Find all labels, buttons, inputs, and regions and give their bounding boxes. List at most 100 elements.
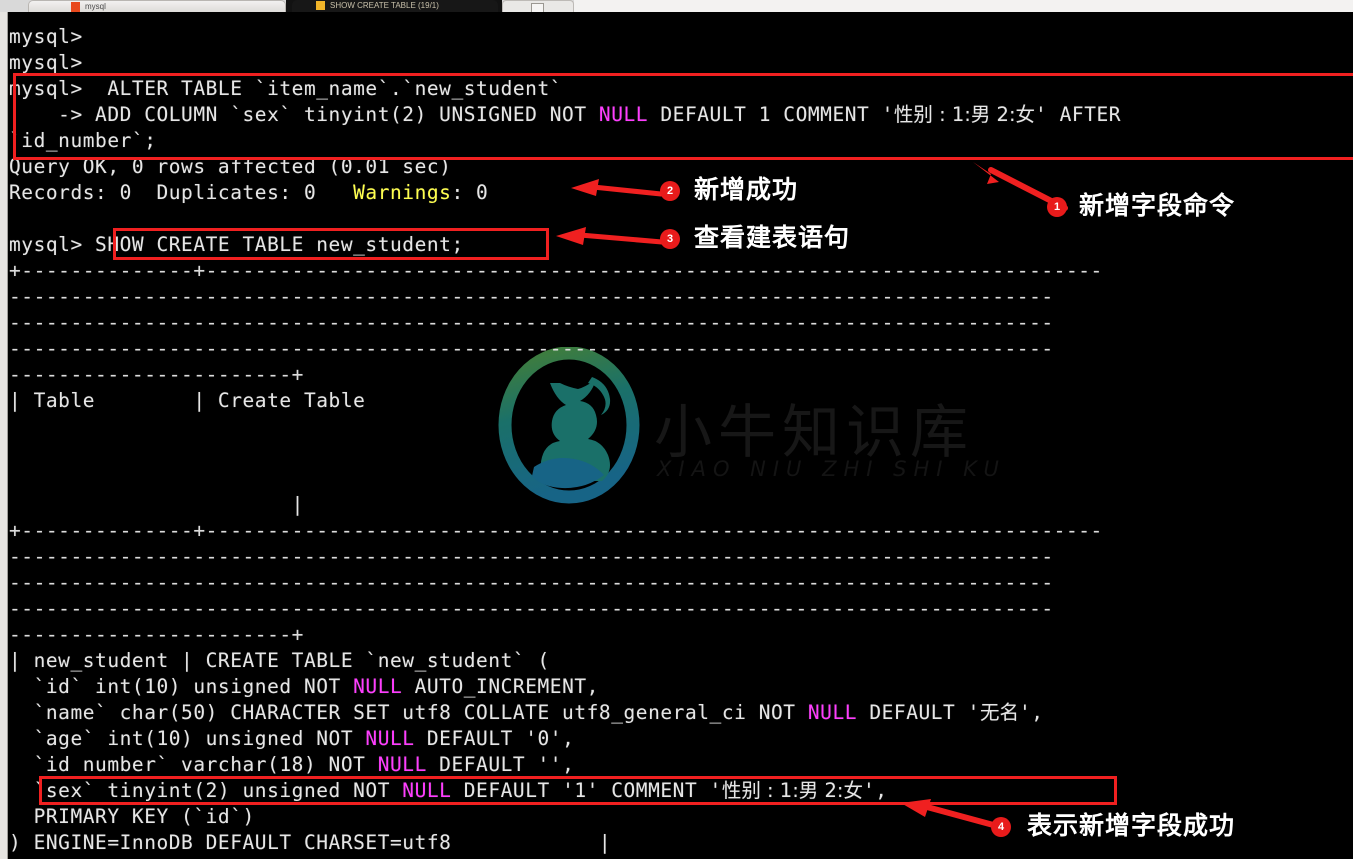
terminal-text-segment: Query OK, 0 rows affected (0.01 sec) [9, 155, 452, 178]
terminal-line: `id_number`; [9, 128, 156, 154]
terminal-text-segment: DEFAULT '1' COMMENT ' [451, 779, 722, 802]
terminal-text-segment: ----------------------------------------… [9, 545, 1054, 568]
terminal-line: `id number` varchar(18) NOT NULL DEFAULT… [9, 752, 574, 778]
terminal-line: `age` int(10) unsigned NOT NULL DEFAULT … [9, 726, 574, 752]
terminal-text-segment: NULL [402, 779, 452, 802]
terminal-text-segment: ----------------------------------------… [9, 571, 1054, 594]
terminal-text-segment: `id_number`; [9, 129, 157, 152]
browser-tab-1-label: mysql [85, 2, 106, 11]
terminal-text-segment: ----------------------------------------… [9, 597, 1054, 620]
terminal-text-segment: -> ADD COLUMN `sex` tinyint(2) UNSIGNED … [9, 103, 599, 126]
annotation-arrow-4 [901, 799, 1000, 829]
browser-tab-2[interactable]: SHOW CREATE TABLE (19/1) [292, 0, 498, 12]
mysql-favicon [71, 2, 80, 12]
browser-tab-1[interactable]: mysql [28, 0, 286, 12]
browser-tab-2-label: SHOW CREATE TABLE (19/1) [330, 1, 439, 10]
terminal-line: -----------------------+ [9, 362, 304, 388]
terminal-text-segment: mysql> ALTER TABLE `item_name`.`new_stud… [9, 77, 563, 100]
terminal-text-segment: | Table | Create Table [9, 389, 366, 412]
terminal-line: ----------------------------------------… [9, 310, 1054, 336]
watermark-pinyin-text: XIAO NIU ZHI SHI KU [657, 457, 1006, 481]
terminal-line: PRIMARY KEY (`id`) [9, 804, 255, 830]
terminal-text-segment: `id number` varchar(18) NOT [9, 753, 378, 776]
terminal-text-segment: `id` int(10) unsigned NOT [9, 675, 354, 698]
terminal-text-segment: 性别 : 1:男 2:女 [893, 103, 1036, 126]
terminal-text-segment: Warnings [353, 181, 452, 204]
terminal-text-segment: -----------------------+ [9, 623, 304, 646]
terminal-line: mysql> [9, 24, 83, 50]
terminal-text-segment: DEFAULT ' [857, 701, 980, 724]
terminal-line: ----------------------------------------… [9, 336, 1054, 362]
terminal-line: +--------------+------------------------… [9, 258, 1103, 284]
annotation-label-3: 查看建表语句 [694, 223, 851, 252]
annotation-badge-4: 4 [991, 817, 1011, 837]
terminal-text-segment: ----------------------------------------… [9, 311, 1054, 334]
watermark-xiaoniu: 小牛知识库 XIAO NIU ZHI SHI KU [494, 346, 999, 511]
terminal-line: mysql> [9, 50, 83, 76]
terminal-line: ----------------------------------------… [9, 596, 1054, 622]
terminal-line: -----------------------+ [9, 622, 304, 648]
terminal-text-segment: NULL [598, 103, 649, 126]
terminal-line: Query OK, 0 rows affected (0.01 sec) [9, 154, 451, 180]
terminal-text-segment: +--------------+------------------------… [9, 519, 1103, 542]
terminal-text-segment: Records: 0 Duplicates: 0 [9, 181, 354, 204]
terminal-text-segment: DEFAULT '0', [414, 727, 575, 750]
terminal-text-segment: mysql> [9, 25, 83, 48]
terminal-line: +--------------+------------------------… [9, 518, 1103, 544]
terminal-text-segment: PRIMARY KEY (`id`) [9, 805, 255, 828]
terminal-text-segment: +--------------+------------------------… [9, 259, 1103, 282]
terminal-text-segment: 性别 : 1:男 2:女 [721, 779, 863, 802]
terminal-line: `sex` tinyint(2) unsigned NOT NULL DEFAU… [9, 778, 888, 804]
terminal-text-segment: DEFAULT 1 COMMENT ' [648, 103, 894, 126]
terminal-line: | Table | Create Table [9, 388, 365, 414]
annotation-label-2: 新增成功 [694, 175, 799, 204]
annotation-badge-2: 2 [660, 181, 680, 201]
terminal-line: `name` char(50) CHARACTER SET utf8 COLLA… [9, 700, 1044, 726]
terminal-line: mysql> SHOW CREATE TABLE new_student; [9, 232, 464, 258]
annotation-arrow-2 [571, 179, 664, 197]
annotation-badge-1: 1 [1047, 197, 1067, 217]
terminal-line: ----------------------------------------… [9, 544, 1054, 570]
terminal-text-segment: AUTO_INCREMENT, [402, 675, 599, 698]
terminal-text-segment: DEFAULT '', [426, 753, 575, 776]
terminal-text-segment: mysql> SHOW CREATE TABLE new_student; [9, 233, 464, 256]
watermark-cjk-text: 小牛知识库 [654, 398, 975, 466]
mysql-terminal[interactable]: 小牛知识库 XIAO NIU ZHI SHI KU mysql> mysql> my… [9, 12, 1353, 859]
browser-chrome-strip: mysql SHOW CREATE TABLE (19/1) [0, 0, 1353, 12]
terminal-text-segment: ----------------------------------------… [9, 337, 1054, 360]
terminal-text-segment: NULL [377, 753, 427, 776]
terminal-text-segment: ', [1018, 701, 1044, 724]
terminal-text-segment: `name` char(50) CHARACTER SET utf8 COLLA… [9, 701, 808, 724]
terminal-text-segment: | [9, 493, 304, 516]
terminal-text-segment: ' AFTER [1035, 103, 1122, 126]
terminal-favicon [316, 1, 325, 10]
annotation-label-1: 新增字段命令 [1079, 191, 1236, 220]
terminal-line: | new_student | CREATE TABLE `new_studen… [9, 648, 550, 674]
terminal-text-segment: mysql> [9, 51, 83, 74]
terminal-line: ) ENGINE=InnoDB DEFAULT CHARSET=utf8 | [9, 830, 611, 856]
annotation-arrow-3 [556, 227, 665, 245]
terminal-text-segment: 无名 [979, 701, 1019, 724]
terminal-text-segment: ----------------------------------------… [9, 285, 1054, 308]
terminal-line: -> ADD COLUMN `sex` tinyint(2) UNSIGNED … [9, 102, 1121, 128]
window-scrollbar-rail[interactable] [0, 12, 8, 859]
terminal-text-segment: ) ENGINE=InnoDB DEFAULT CHARSET=utf8 | [9, 831, 612, 854]
terminal-text-segment: -----------------------+ [9, 363, 304, 386]
terminal-text-segment: : 0 [451, 181, 489, 204]
terminal-line: ----------------------------------------… [9, 570, 1054, 596]
terminal-line: | [9, 492, 304, 518]
terminal-text-segment: `sex` tinyint(2) unsigned NOT [9, 779, 403, 802]
terminal-text-segment: | new_student | CREATE TABLE `new_studen… [9, 649, 550, 672]
terminal-text-segment: `age` int(10) unsigned NOT [9, 727, 366, 750]
terminal-text-segment: NULL [807, 701, 858, 724]
annotation-badge-3: 3 [660, 229, 680, 249]
ox-head-logo-icon [498, 346, 640, 504]
new-tab-button[interactable] [502, 0, 574, 12]
terminal-line: mysql> ALTER TABLE `item_name`.`new_stud… [9, 76, 562, 102]
terminal-text-segment: NULL [353, 675, 403, 698]
terminal-line: ----------------------------------------… [9, 284, 1054, 310]
annotation-label-4: 表示新增字段成功 [1027, 811, 1236, 840]
terminal-text-segment: ', [862, 779, 888, 802]
chrome-empty-area [574, 0, 1353, 12]
terminal-line: `id` int(10) unsigned NOT NULL AUTO_INCR… [9, 674, 599, 700]
